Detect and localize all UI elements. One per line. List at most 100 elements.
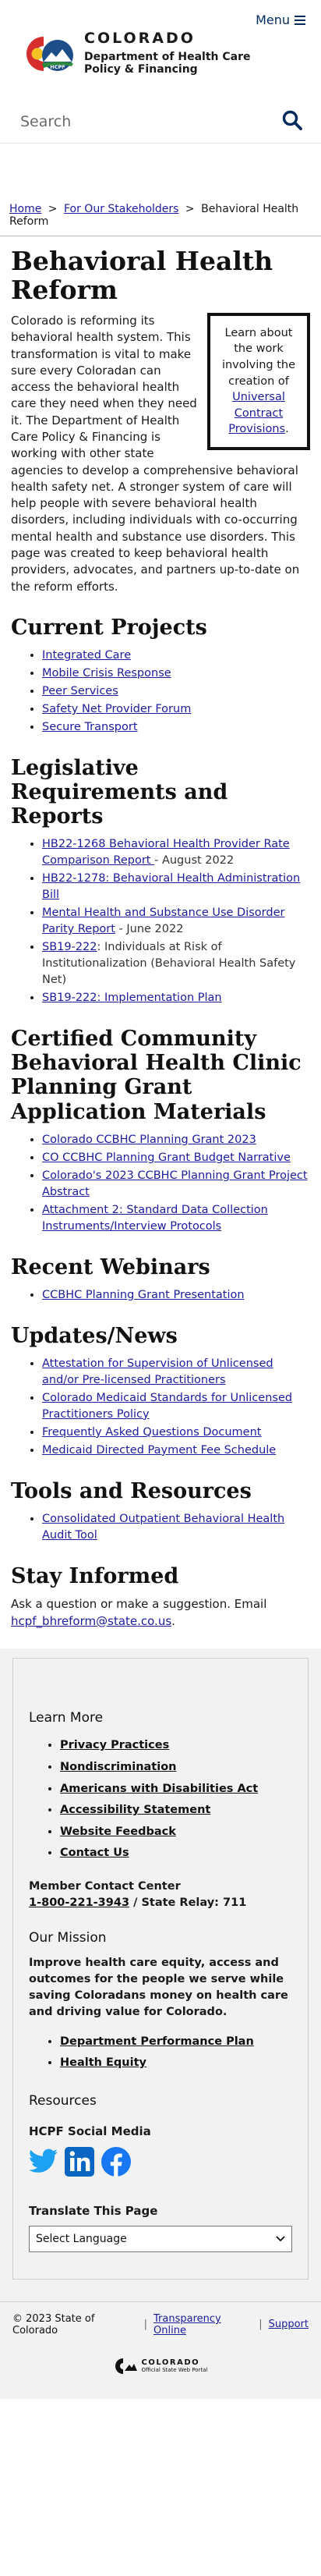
update-link[interactable]: Colorado Medicaid Standards for Unlicens…: [42, 1392, 292, 1421]
list-item: Safety Net Provider Forum: [42, 701, 310, 718]
footer-panel: Learn More Privacy Practices Nondiscrimi…: [12, 1658, 309, 2280]
universal-contract-provisions-link[interactable]: Universal Contract Provisions: [228, 391, 285, 435]
language-select[interactable]: Select Language: [29, 2225, 292, 2252]
separator: |: [259, 2319, 263, 2331]
phone-link[interactable]: 1-800-221-3943: [29, 1897, 129, 1909]
logo-text: COLORADO Department of Health Care Polic…: [84, 31, 251, 76]
accessibility-statement-link[interactable]: Accessibility Statement: [60, 1804, 210, 1816]
list-item: Colorado CCBHC Planning Grant 2023: [42, 1132, 310, 1148]
ada-link[interactable]: Americans with Disabilities Act: [60, 1783, 258, 1795]
ccbhc-heading: Certified Community Behavioral Health Cl…: [11, 1027, 302, 1124]
member-contact-center: Member Contact Center 1-800-221-3943 / S…: [29, 1879, 292, 1911]
separator: |: [143, 2319, 148, 2331]
health-equity-link[interactable]: Health Equity: [60, 2056, 146, 2069]
resources-heading: Resources: [29, 2092, 97, 2109]
logo-dept-line2: Policy & Financing: [84, 63, 198, 76]
project-link[interactable]: Peer Services: [42, 685, 118, 697]
transparency-online-link[interactable]: Transparency Online: [153, 2313, 252, 2336]
twitter-icon[interactable]: [28, 2148, 58, 2178]
language-selected: Select Language: [36, 2232, 127, 2245]
website-feedback-link[interactable]: Website Feedback: [60, 1826, 176, 1838]
chevron-down-icon: [276, 2233, 285, 2245]
tools-list: Consolidated Outpatient Behavioral Healt…: [11, 1511, 310, 1544]
list-item: Americans with Disabilities Act: [60, 1779, 292, 1801]
update-link[interactable]: Attestation for Supervision of Unlicense…: [42, 1357, 273, 1386]
project-link[interactable]: Integrated Care: [42, 649, 131, 662]
logo-dept-line1: Department of Health Care: [84, 51, 251, 63]
update-link[interactable]: Medicaid Directed Payment Fee Schedule: [42, 1444, 276, 1457]
current-projects-list: Integrated Care Mobile Crisis Response P…: [11, 648, 310, 736]
colorado-c-icon: [115, 2358, 137, 2374]
official-portal-logo[interactable]: COLORADO Official State Web Portal: [12, 2357, 309, 2376]
list-item: Colorado Medicaid Standards for Unlicens…: [42, 1390, 310, 1423]
linkedin-icon[interactable]: [65, 2146, 94, 2180]
list-item: Secure Transport: [42, 719, 310, 736]
list-item: Privacy Practices: [60, 1735, 292, 1757]
stay-informed-section: Stay Informed Ask a question or make a s…: [11, 1564, 310, 1630]
ccbhc-link[interactable]: Colorado CCBHC Planning Grant 2023: [42, 1134, 256, 1146]
translate-heading: Translate This Page: [29, 2203, 158, 2218]
stay-informed-heading: Stay Informed: [11, 1563, 179, 1588]
breadcrumb-separator: >: [48, 203, 58, 215]
ccbhc-list: Colorado CCBHC Planning Grant 2023 CO CC…: [11, 1132, 310, 1235]
breadcrumb-separator: >: [185, 203, 195, 215]
project-link[interactable]: Safety Net Provider Forum: [42, 703, 191, 715]
list-item: Website Feedback: [60, 1822, 292, 1843]
ccbhc-link[interactable]: CO CCBHC Planning Grant Budget Narrative: [42, 1151, 291, 1164]
contact-us-link[interactable]: Contact Us: [60, 1847, 129, 1859]
ccbhc-link[interactable]: Attachment 2: Standard Data Collection I…: [42, 1204, 268, 1233]
list-item: Consolidated Outpatient Behavioral Healt…: [42, 1511, 310, 1544]
logo-state-name: COLORADO: [84, 30, 196, 47]
performance-plan-link[interactable]: Department Performance Plan: [60, 2035, 254, 2048]
logo-badge-text: HCPF: [50, 64, 65, 70]
breadcrumb: Home > For Our Stakeholders > Behavioral…: [0, 156, 321, 228]
webinars-heading: Recent Webinars: [11, 1254, 210, 1279]
list-item: Colorado's 2023 CCBHC Planning Grant Pro…: [42, 1168, 310, 1201]
list-item: HB22-1268 Behavioral Health Provider Rat…: [42, 836, 310, 869]
list-item: Frequently Asked Questions Document: [42, 1425, 310, 1441]
ccbhc-link[interactable]: Colorado's 2023 CCBHC Planning Grant Pro…: [42, 1169, 308, 1198]
project-link[interactable]: Secure Transport: [42, 721, 138, 733]
main-content: Behavioral Health Reform Learn about the…: [0, 247, 321, 1630]
update-link[interactable]: Frequently Asked Questions Document: [42, 1426, 261, 1439]
search-input[interactable]: [19, 112, 252, 131]
project-link[interactable]: Mobile Crisis Response: [42, 667, 171, 679]
webinar-link[interactable]: CCBHC Planning Grant Presentation: [42, 1289, 245, 1301]
report-link[interactable]: SB19-222: Implementation Plan: [42, 992, 222, 1004]
menu-button[interactable]: Menu: [256, 12, 305, 27]
list-item: Attachment 2: Standard Data Collection I…: [42, 1202, 310, 1235]
stay-informed-prompt: Ask a question or make a suggestion. Ema…: [11, 1596, 267, 1611]
report-link[interactable]: HB22-1278: Behavioral Health Administrat…: [42, 872, 300, 901]
official-portal-text: COLORADO Official State Web Portal: [142, 2358, 208, 2373]
list-item: CCBHC Planning Grant Presentation: [42, 1287, 310, 1304]
learn-more-list: Privacy Practices Nondiscrimination Amer…: [29, 1735, 292, 1864]
contact-email-link[interactable]: hcpf_bhreform@state.co.us: [11, 1614, 171, 1628]
site-logo[interactable]: HCPF COLORADO Department of Health Care …: [20, 31, 251, 76]
tool-link[interactable]: Consolidated Outpatient Behavioral Healt…: [42, 1513, 284, 1542]
report-date: - August 2022: [154, 854, 235, 868]
privacy-practices-link[interactable]: Privacy Practices: [60, 1739, 169, 1751]
social-media-heading: HCPF Social Media: [29, 2124, 151, 2138]
list-item: Contact Us: [60, 1843, 292, 1865]
facebook-icon[interactable]: [101, 2146, 132, 2180]
report-link[interactable]: SB19-222: [42, 941, 97, 953]
mission-heading: Our Mission: [29, 1929, 107, 1946]
list-item: Mobile Crisis Response: [42, 665, 310, 682]
list-item: Health Equity: [60, 2053, 292, 2074]
list-item: Accessibility Statement: [60, 1800, 292, 1822]
breadcrumb-stakeholders-link[interactable]: For Our Stakeholders: [64, 203, 178, 215]
mission-links: Department Performance Plan Health Equit…: [29, 2031, 292, 2074]
nondiscrimination-link[interactable]: Nondiscrimination: [60, 1761, 177, 1773]
breadcrumb-home-link[interactable]: Home: [9, 203, 41, 215]
list-item: Attestation for Supervision of Unlicense…: [42, 1356, 310, 1389]
list-item: SB19-222: Individuals at Risk of Institu…: [42, 939, 310, 988]
search-icon[interactable]: [282, 110, 302, 133]
current-projects-heading: Current Projects: [11, 615, 207, 640]
support-link[interactable]: Support: [269, 2319, 309, 2330]
legislative-heading: Legislative Requirements and Reports: [11, 756, 228, 829]
list-item: SB19-222: Implementation Plan: [42, 990, 310, 1006]
intro-section: Learn about the work involving the creat…: [11, 312, 310, 595]
learn-more-heading: Learn More: [29, 1710, 104, 1726]
stay-informed-end: .: [171, 1613, 175, 1628]
state-relay: / State Relay: 711: [129, 1896, 247, 1909]
